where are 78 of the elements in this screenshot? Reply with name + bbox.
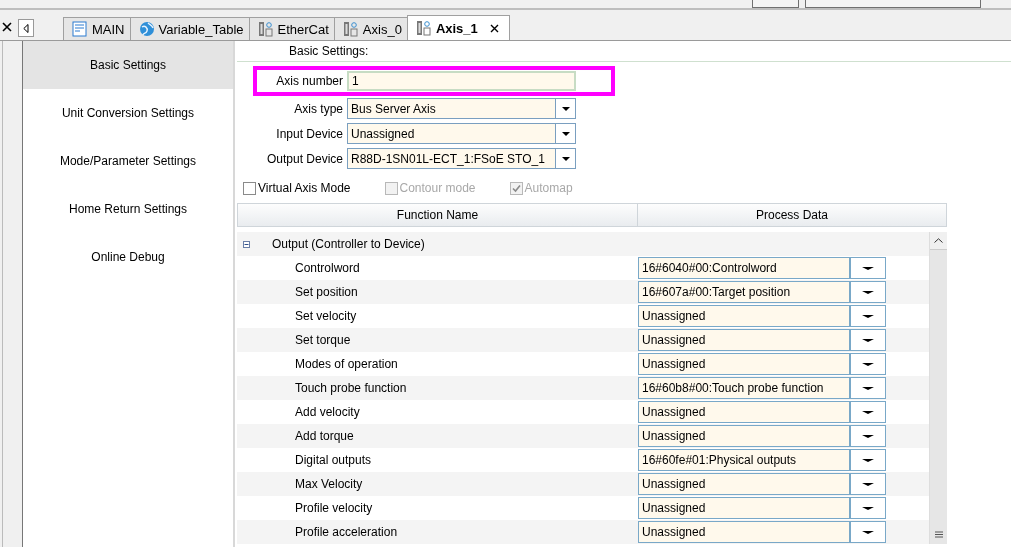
sidebar-item[interactable]: Unit Conversion Settings: [23, 89, 233, 137]
dropdown[interactable]: 16#60fe#01:Physical outputs: [638, 449, 886, 471]
field-label: Input Device: [275, 126, 344, 141]
caret-icon: [862, 266, 874, 270]
grip-icon: [934, 531, 943, 538]
collapse-icon[interactable]: [243, 240, 250, 248]
checkbox-label: Virtual Axis Mode: [257, 181, 351, 195]
table-cell-text: Set velocity: [294, 309, 358, 323]
dropdown[interactable]: Unassigned: [638, 497, 886, 519]
device-icon: [415, 20, 432, 36]
caret-icon: [862, 386, 874, 390]
caret-icon: [561, 156, 570, 161]
dropdown[interactable]: Unassigned: [638, 473, 886, 495]
tab[interactable]: Variable_Table: [129, 17, 250, 40]
tab[interactable]: MAIN: [63, 17, 131, 40]
checkbox[interactable]: [243, 181, 256, 195]
tab[interactable]: Axis_0: [333, 17, 408, 40]
caret-icon: [862, 506, 874, 510]
dropdown[interactable]: Unassigned: [638, 401, 886, 423]
caret-icon: [862, 314, 874, 318]
table-cell-text: Set torque: [294, 333, 352, 347]
table-cell-text: Modes of operation: [294, 357, 399, 371]
field-label: Axis type: [293, 101, 344, 116]
table-cell-text: Add torque: [294, 429, 355, 443]
table-cell-text: Touch probe function: [294, 381, 408, 395]
caret-icon: [862, 434, 874, 438]
tab[interactable]: EtherCat: [248, 17, 335, 40]
caret-icon: [862, 338, 874, 342]
caret-icon: [862, 530, 874, 534]
axis-number-field[interactable]: 1: [347, 71, 576, 91]
caret-icon: [862, 290, 874, 294]
caret-icon: [561, 131, 570, 136]
dropdown[interactable]: Unassigned: [638, 353, 886, 375]
caret-icon: [561, 106, 570, 111]
sidebar-item[interactable]: Mode/Parameter Settings: [23, 137, 233, 185]
device-icon: [342, 21, 359, 37]
program-icon: [72, 21, 88, 37]
dropdown[interactable]: Bus Server Axis: [347, 98, 576, 119]
field-label: Axis number: [275, 74, 344, 88]
table-cell-text: Max Velocity: [294, 477, 364, 491]
dropdown[interactable]: Unassigned: [638, 425, 886, 447]
table-cell-text: Set position: [294, 285, 359, 299]
dropdown[interactable]: Unassigned: [638, 521, 886, 543]
close-icon[interactable]: [2, 22, 12, 32]
checkbox-label: Contour mode: [398, 181, 476, 195]
section-title: Basic Settings:: [237, 41, 1011, 62]
dropdown[interactable]: 16#6040#00:Controlword: [638, 257, 886, 279]
dropdown[interactable]: Unassigned: [638, 305, 886, 327]
column-header[interactable]: Process Data: [638, 204, 946, 226]
dropdown[interactable]: 16#60b8#00:Touch probe function: [638, 377, 886, 399]
table-cell-text: Digital outputs: [294, 453, 373, 467]
scroll-up-icon: [934, 238, 943, 243]
arrow-left-icon: [23, 23, 29, 33]
table-cell-text: Profile acceleration: [294, 525, 399, 539]
dropdown[interactable]: 16#607a#00:Target position: [638, 281, 886, 303]
field-label: Output Device: [265, 151, 344, 166]
device-icon: [257, 21, 274, 37]
column-header[interactable]: Function Name: [238, 204, 638, 226]
group-name: Output (Controller to Device): [272, 237, 425, 251]
dropdown[interactable]: Unassigned: [347, 123, 576, 144]
dropdown[interactable]: R88D-1SN01L-ECT_1:FSoE STO_1: [347, 148, 576, 169]
table-cell-text: Controlword: [294, 261, 361, 275]
sidebar-item[interactable]: Online Debug: [23, 233, 233, 281]
caret-icon: [862, 410, 874, 414]
caret-icon: [862, 482, 874, 486]
table-cell-text: Add velocity: [294, 405, 361, 419]
table-cell-text: Profile velocity: [294, 501, 374, 515]
close-icon[interactable]: [489, 23, 499, 33]
scrollbar[interactable]: [929, 232, 947, 544]
globe-icon: [138, 21, 155, 37]
sidebar-item[interactable]: Basic Settings: [23, 41, 233, 89]
scroll-left-button[interactable]: [18, 19, 34, 37]
checkbox-label: Automap: [523, 181, 573, 195]
caret-icon: [862, 458, 874, 462]
caret-icon: [862, 362, 874, 366]
sidebar-item[interactable]: Home Return Settings: [23, 185, 233, 233]
dropdown[interactable]: Unassigned: [638, 329, 886, 351]
tab[interactable]: Axis_1: [406, 15, 510, 40]
